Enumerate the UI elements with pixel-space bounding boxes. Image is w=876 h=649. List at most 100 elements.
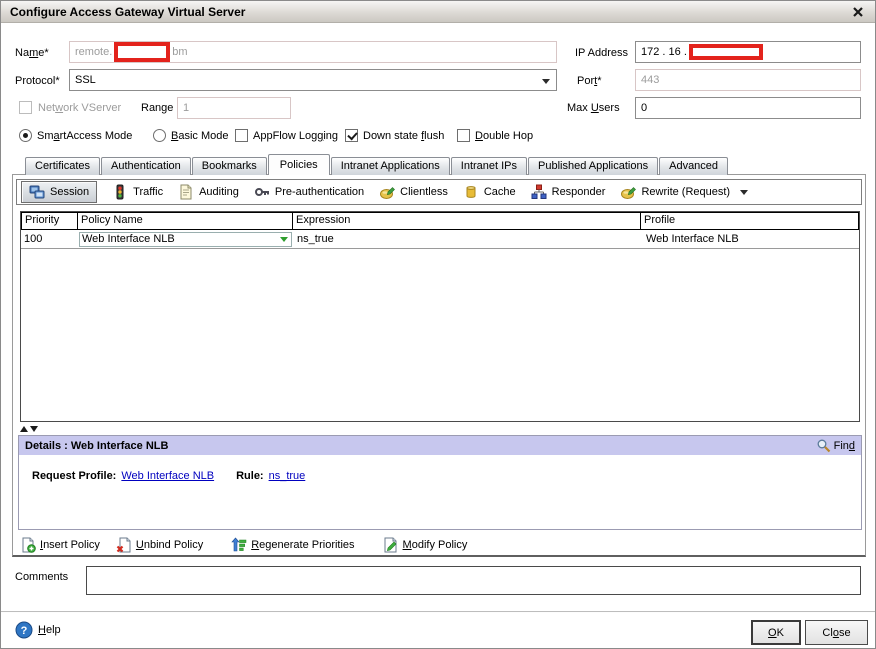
magnifier-icon [816,438,831,453]
policy-type-cache[interactable]: Cache [463,184,516,200]
request-profile-label: Request Profile: [32,470,117,482]
double-hop-checkbox[interactable] [457,129,470,142]
chevron-down-icon [740,189,749,199]
basic-mode-radio[interactable] [153,129,166,142]
policy-type-label: Auditing [199,186,239,198]
unbind-policy-icon [116,537,132,553]
policy-type-clientless[interactable]: Clientless [379,184,448,200]
close-button[interactable]: Cl o se [805,620,868,645]
protocol-select[interactable]: SSL [69,69,557,91]
down-state-flush-label: Down state flush [363,130,445,142]
name-label: Name* [15,47,49,59]
appflow-logging-label: AppFlow Logging [253,130,339,142]
tab-policies[interactable]: Policies [267,154,330,175]
table-row[interactable]: 100 Web Interface NLB ns_true Web Interf… [21,230,859,249]
footer-divider [1,611,875,613]
rule-link[interactable]: ns_true [269,470,306,482]
policy-type-responder[interactable]: Responder [531,184,606,200]
policy-type-label: Clientless [400,186,448,198]
rule-label: Rule: [236,470,264,482]
splitter-down-icon[interactable] [30,425,38,432]
help-icon: ? [15,621,33,639]
cell-policy-name[interactable]: Web Interface NLB [78,231,294,248]
column-header-policy-name[interactable]: Policy Name [77,212,293,230]
comments-input[interactable] [86,566,861,595]
port-label: Port* [577,75,602,87]
find-label[interactable]: Find [834,440,855,452]
regenerate-priorities-button[interactable]: Regenerate Priorities [231,537,355,553]
policy-type-auditing[interactable]: Auditing [178,184,239,200]
ok-button[interactable]: OK [751,620,801,645]
insert-policy-button[interactable]: Insert Policy [20,537,100,553]
protocol-label: Protocol* [15,75,60,87]
help-button[interactable]: ? Help [15,621,61,639]
splitter-up-icon[interactable] [20,425,28,432]
tab-advanced[interactable]: Advanced [659,157,729,175]
close-icon[interactable] [850,4,866,20]
tab-authentication[interactable]: Authentication [101,157,191,175]
document-icon [178,184,194,200]
action-label: Modify Policy [402,539,468,551]
ip-address-label: IP Address [575,47,628,59]
dropdown-arrow-icon[interactable] [280,236,288,246]
range-input[interactable] [177,97,291,119]
column-header-priority[interactable]: Priority [21,212,78,230]
tab-intranet-applications[interactable]: Intranet Applications [330,157,450,175]
name-input[interactable]: remote. bm [69,41,557,63]
modify-policy-icon [383,537,399,553]
policy-action-toolbar: Insert Policy Unbind Policy Regenerate P… [20,535,467,555]
pencil-badge-icon [620,184,637,200]
basic-mode-label: Basic Mode [171,130,229,142]
session-icon [29,184,45,200]
unbind-policy-button[interactable]: Unbind Policy [116,537,203,553]
regenerate-priorities-icon [231,537,247,553]
column-header-profile[interactable]: Profile [640,212,859,230]
tab-strip: Certificates Authentication Bookmarks Po… [25,154,729,175]
smartaccess-mode-radio[interactable] [19,129,32,142]
details-header: Details : Web Interface NLB Find [19,436,861,455]
max-users-label: Max Users [567,102,620,114]
details-splitter[interactable] [20,424,38,433]
find-control[interactable]: Find [816,438,855,453]
request-profile-link[interactable]: Web Interface NLB [121,470,214,482]
policy-type-traffic[interactable]: Traffic [112,184,163,200]
network-vserver-checkbox[interactable] [19,101,32,114]
action-label: Unbind Policy [135,539,204,551]
title-bar: Configure Access Gateway Virtual Server [1,1,875,23]
max-users-input[interactable] [635,97,861,119]
policy-name-value: Web Interface NLB [82,233,175,245]
comments-label: Comments [15,571,69,583]
tab-certificates[interactable]: Certificates [25,157,101,175]
policy-table-header: Priority Policy Name Expression Profile [21,212,859,230]
details-title: Details : Web Interface NLB [25,439,169,452]
tab-intranet-ips[interactable]: Intranet IPs [450,157,528,175]
modify-policy-button[interactable]: Modify Policy [383,537,468,553]
name-value-suffix: bm [172,46,188,58]
policy-type-label: Responder [551,186,606,198]
details-body: Request Profile: Web Interface NLB Rule:… [19,455,861,482]
policy-type-session[interactable]: Session [21,181,98,203]
policy-type-label: Cache [483,186,516,198]
cache-jar-icon [463,184,479,200]
cell-expression: ns_true [297,233,334,245]
policy-table: Priority Policy Name Expression Profile … [20,211,860,422]
smartaccess-mode-label: SmartAccess Mode [37,130,133,142]
policy-type-pre-authentication[interactable]: Pre-authentication [254,184,364,200]
policy-type-label: Session [50,186,90,198]
tab-bookmarks[interactable]: Bookmarks [191,157,267,175]
down-state-flush-checkbox[interactable] [345,129,358,142]
column-header-expression[interactable]: Expression [292,212,641,230]
port-input[interactable] [635,69,861,91]
policy-type-label: Pre-authentication [274,186,365,198]
policy-type-rewrite-request[interactable]: Rewrite (Request) [620,184,749,200]
name-value-prefix: remote. [75,46,113,58]
ip-address-input[interactable]: 172 . 16 . [635,41,861,63]
insert-policy-icon [20,537,36,553]
pencil-badge-icon [379,184,396,200]
configure-access-gateway-dialog: Configure Access Gateway Virtual Server … [0,0,876,649]
action-label: Regenerate Priorities [251,539,355,551]
tab-published-applications[interactable]: Published Applications [528,157,659,175]
help-label[interactable]: Help [38,624,61,636]
appflow-logging-checkbox[interactable] [235,129,248,142]
blocks-icon [531,184,547,200]
